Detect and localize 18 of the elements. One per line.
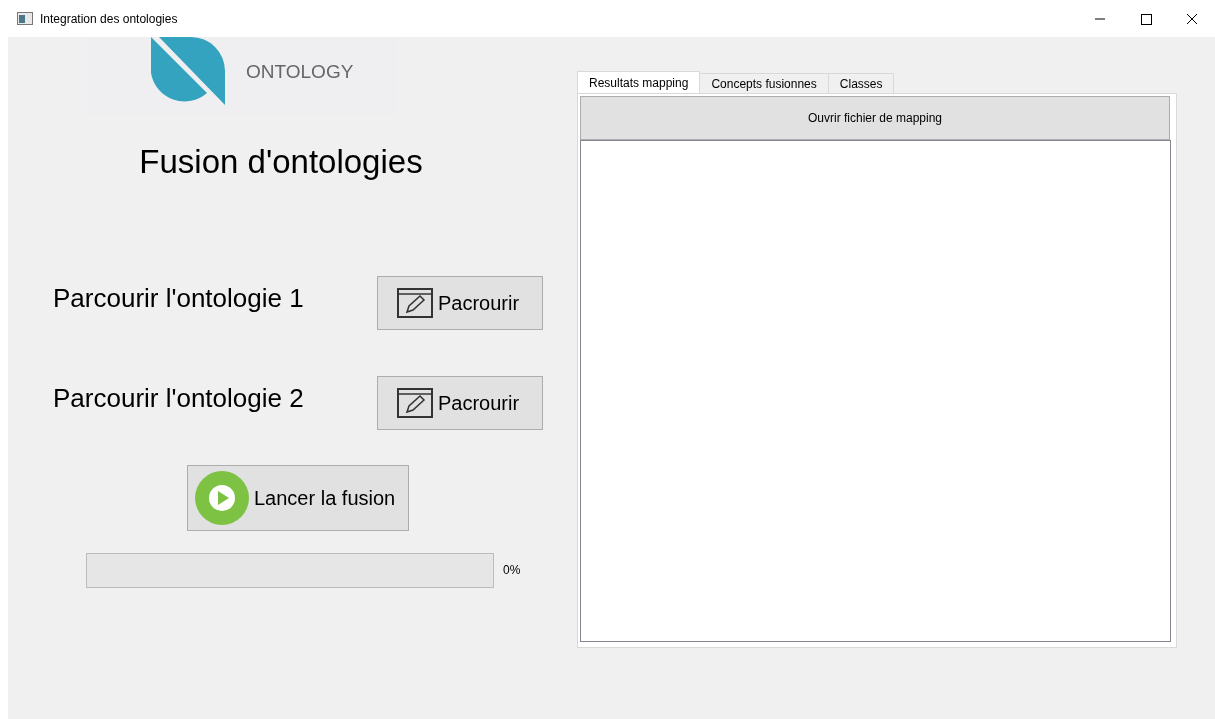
logo-text: ONTOLOGY [246, 59, 354, 84]
open-mapping-button[interactable]: Ouvrir fichier de mapping [580, 96, 1170, 140]
browse-button[interactable]: Pacrourir [377, 375, 543, 430]
logo-icon [151, 37, 225, 105]
window-title: Integration des ontologies [40, 10, 178, 28]
progress-reading: 0% [503, 562, 521, 579]
pencil-window-icon [397, 287, 433, 318]
tab[interactable]: Resultats mapping [577, 71, 701, 93]
play-icon [195, 470, 249, 525]
browse-label: Parcourir l'ontologie 1 [53, 282, 305, 315]
browse-label: Parcourir l'ontologie 2 [53, 382, 305, 415]
app-icon [17, 12, 33, 25]
tab[interactable]: Classes [828, 73, 895, 93]
browse-button[interactable]: Pacrourir [377, 275, 543, 330]
tab[interactable]: Concepts fusionnes [700, 73, 829, 93]
heading: Fusion d'ontologies [138, 142, 424, 182]
run-fusion-button[interactable]: Lancer la fusion [187, 464, 409, 531]
pencil-window-icon [397, 387, 433, 418]
